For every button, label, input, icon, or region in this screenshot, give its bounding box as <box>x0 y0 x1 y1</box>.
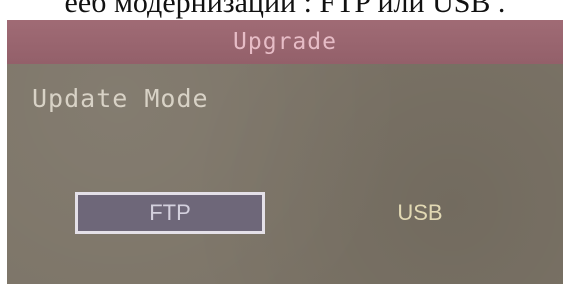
usb-option-button[interactable]: USB <box>365 192 475 234</box>
ftp-option-button[interactable]: FTP <box>75 192 265 234</box>
page: ееб модернизации : FTP или USB . Upgrade… <box>0 0 570 289</box>
update-mode-label: Update Mode <box>32 84 209 113</box>
upgrade-dialog: Upgrade Update Mode FTP USB <box>7 20 563 284</box>
dialog-title: Upgrade <box>233 29 337 55</box>
title-bar: Upgrade <box>7 20 563 64</box>
